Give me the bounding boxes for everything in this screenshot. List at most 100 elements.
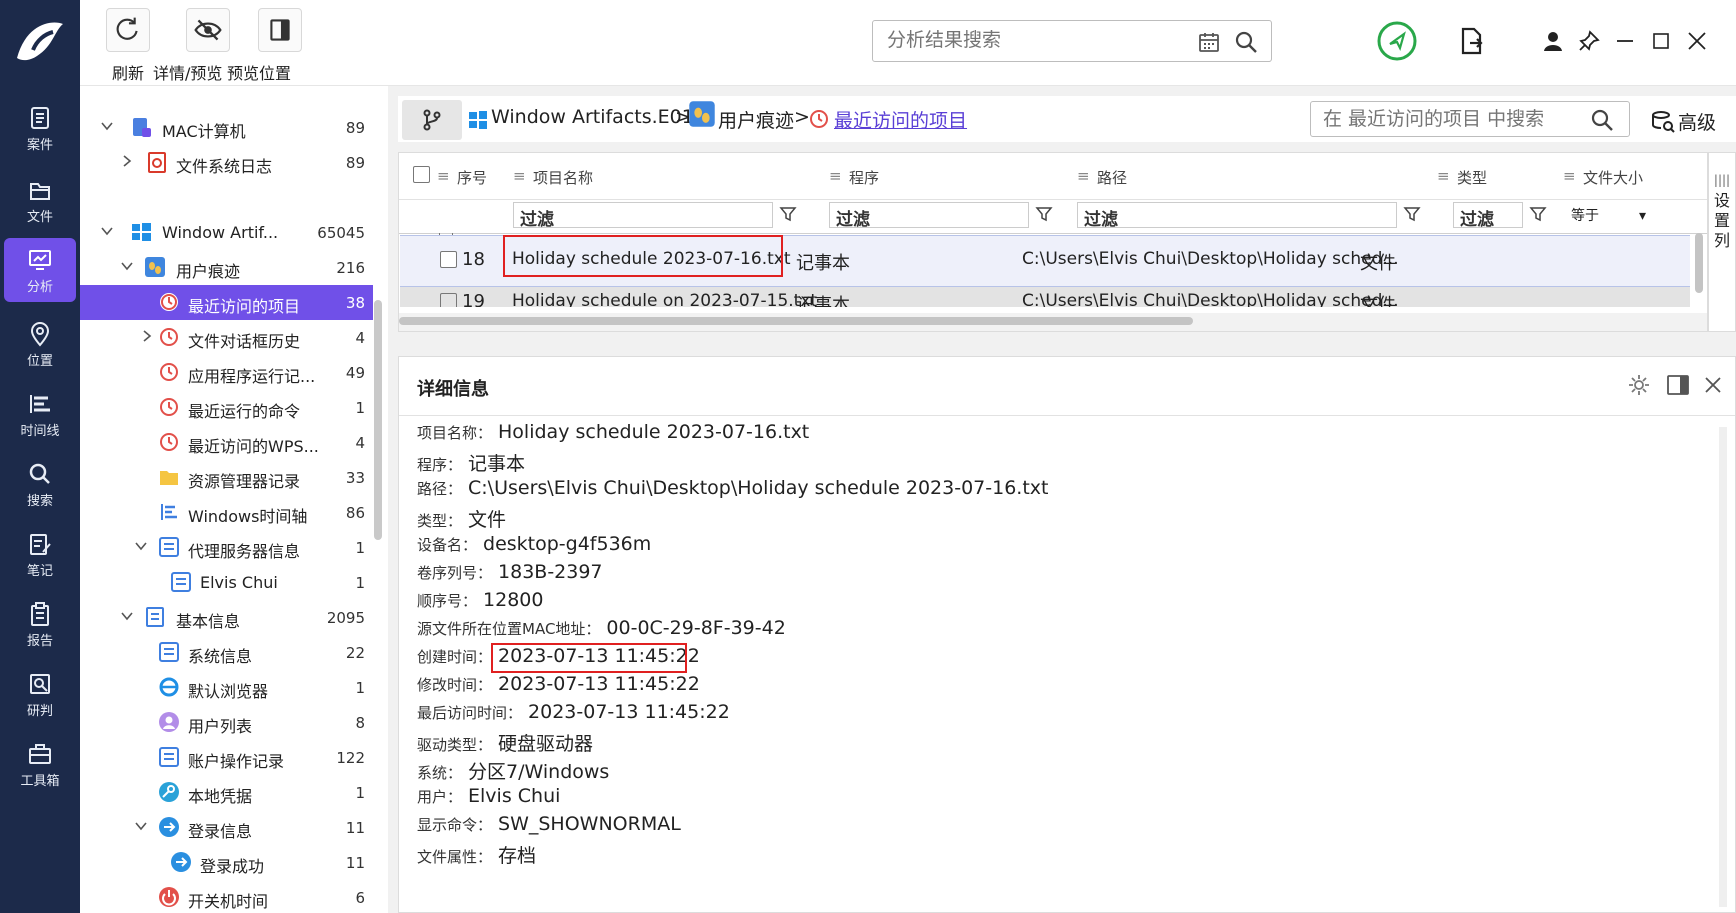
tree-item-app-run[interactable]: 应用程序运行记... 49 (80, 355, 373, 390)
filter-name[interactable]: 过滤 (513, 202, 773, 230)
tree-item-user-traces[interactable]: 用户痕迹 216 (80, 250, 373, 285)
chevron-down-icon[interactable] (120, 609, 134, 623)
filter-type[interactable]: 过滤 (1453, 202, 1523, 230)
tree-item-default-browser[interactable]: 默认浏览器 1 (80, 670, 373, 705)
tree-scrollbar[interactable] (374, 300, 382, 540)
tree-item-mac[interactable]: MAC计算机 89 (80, 110, 373, 145)
filter-icon[interactable] (1529, 205, 1547, 223)
filter-path[interactable]: 过滤 (1077, 202, 1397, 230)
tree-item-label: 文件对话框历史 (188, 332, 301, 351)
search-icon[interactable] (1233, 29, 1259, 55)
chevron-right-icon[interactable] (120, 154, 134, 168)
chevron-down-icon[interactable] (134, 819, 148, 833)
minimize-icon[interactable] (1612, 28, 1638, 54)
tree-item-win-timeline[interactable]: Windows时间轴 86 (80, 495, 373, 530)
close-icon[interactable] (1684, 28, 1710, 54)
analysis-search-box[interactable] (872, 20, 1272, 62)
detail-preview-label: 详情/预览 (153, 64, 223, 83)
tree-item-local-creds[interactable]: 本地凭据 1 (80, 775, 373, 810)
user-avatar-icon (159, 712, 179, 732)
nav-location[interactable]: 位置 (4, 312, 76, 376)
breadcrumb-level2[interactable]: 用户痕迹 (718, 106, 794, 133)
nav-location-label: 位置 (26, 354, 53, 369)
grid-hscroll-thumb[interactable] (399, 317, 1193, 325)
tree-item-user-list[interactable]: 用户列表 8 (80, 705, 373, 740)
select-all-checkbox[interactable] (413, 166, 430, 183)
nav-case[interactable]: 案件 (4, 96, 76, 160)
tree-item-power-time[interactable]: 开关机时间 6 (80, 880, 373, 913)
branch-button[interactable] (402, 100, 462, 140)
tree-item-login-info[interactable]: 登录信息 11 (80, 810, 373, 845)
nav-file[interactable]: 文件 (4, 168, 76, 232)
analysis-search-input[interactable] (887, 29, 1187, 51)
detail-field: 设备名： desktop-g4f536m (417, 533, 652, 555)
case-icon (31, 107, 49, 129)
filter-icon[interactable] (1035, 205, 1053, 223)
item-search-input[interactable] (1323, 108, 1578, 130)
location-status-icon[interactable] (1376, 20, 1418, 62)
tree-item-label: 用户列表 (188, 717, 253, 736)
breadcrumb-root[interactable]: Window Artifacts.E01 (491, 106, 694, 128)
detail-scrollbar[interactable] (1719, 427, 1727, 907)
tree-item-system-info[interactable]: 系统信息 22 (80, 635, 373, 670)
search-icon[interactable] (1589, 107, 1615, 133)
tree-item-file-dialog[interactable]: 文件对话框历史 4 (80, 320, 373, 355)
close-icon[interactable] (1701, 373, 1725, 397)
item-search-box[interactable] (1310, 101, 1630, 137)
tree-item-proxy[interactable]: 代理服务器信息 1 (80, 530, 373, 565)
tree-item-recent-items[interactable]: 最近访问的项目 38 (80, 285, 373, 320)
refresh-label: 刷新 (112, 64, 145, 83)
gear-icon[interactable] (1627, 373, 1651, 397)
tree-item-label: 开关机时间 (188, 892, 269, 911)
filter-icon[interactable] (1403, 205, 1421, 223)
tree-item-elvis[interactable]: Elvis Chui 1 (80, 565, 373, 600)
breadcrumb-current[interactable]: 最近访问的项目 (834, 106, 967, 133)
chevron-right-icon[interactable] (140, 329, 154, 343)
export-icon[interactable] (1458, 26, 1486, 56)
size-operator-select[interactable]: 等于 ▾ (1571, 205, 1646, 225)
tree-item-fs-log[interactable]: 文件系统日志 89 (80, 145, 373, 180)
grid-vscroll-thumb[interactable] (1695, 233, 1703, 293)
detail-preview-button[interactable] (186, 8, 230, 52)
filter-icon[interactable] (779, 205, 797, 223)
nav-toolbox-label: 工具箱 (20, 774, 60, 789)
tree-item-recent-cmd[interactable]: 最近运行的命令 1 (80, 390, 373, 425)
tree-item-login-success[interactable]: 登录成功 11 (80, 845, 373, 880)
row-checkbox[interactable] (440, 251, 457, 268)
table-row[interactable]: 19 Holiday schedule on 2023-07-15.txt 记事… (400, 287, 1690, 307)
chevron-down-icon[interactable] (134, 539, 148, 553)
nav-timeline[interactable]: 时间线 (4, 382, 76, 446)
nav-judge[interactable]: 研判 (4, 662, 76, 726)
nav-note[interactable]: 笔记 (4, 522, 76, 586)
filter-program[interactable]: 过滤 (829, 202, 1029, 230)
nav-search-label: 搜索 (26, 494, 53, 509)
nav-report[interactable]: 报告 (4, 592, 76, 656)
tree-item-account-ops[interactable]: 账户操作记录 122 (80, 740, 373, 775)
tree-item-recent-wps[interactable]: 最近访问的WPS... 4 (80, 425, 373, 460)
nav-analysis[interactable]: 分析 (4, 238, 76, 302)
chevron-down-icon[interactable] (100, 224, 114, 238)
grid-header-no[interactable]: ≡ 序号 (413, 153, 493, 199)
preview-position-button[interactable] (258, 8, 302, 52)
tree-item-explorer[interactable]: 资源管理器记录 33 (80, 460, 373, 495)
tree-item-basic-info[interactable]: 基本信息 2095 (80, 600, 373, 635)
set-columns-button[interactable]: |||| 设置列 (1708, 152, 1736, 332)
chevron-down-icon[interactable] (100, 119, 114, 133)
document-list-icon (146, 607, 164, 627)
calendar-icon[interactable] (1197, 30, 1221, 54)
power-icon (159, 887, 179, 907)
tree-item-window-artifacts[interactable]: Window Artif... 65045 (80, 215, 373, 250)
user-icon[interactable] (1540, 28, 1566, 54)
refresh-button[interactable] (106, 8, 150, 52)
maximize-icon[interactable] (1648, 28, 1674, 54)
tree-item-label: 本地凭据 (188, 787, 253, 806)
row-checkbox[interactable] (440, 293, 457, 307)
advanced-search-button[interactable]: 高级 (1678, 108, 1716, 135)
chevron-down-icon[interactable] (120, 259, 134, 273)
nav-search[interactable]: 搜索 (4, 452, 76, 516)
nav-toolbox[interactable]: 工具箱 (4, 732, 76, 796)
advanced-search-icon[interactable] (1650, 108, 1676, 134)
pin-icon[interactable] (1576, 28, 1602, 54)
panel-right-icon[interactable] (1665, 373, 1691, 397)
tree-item-label: 默认浏览器 (188, 682, 269, 701)
